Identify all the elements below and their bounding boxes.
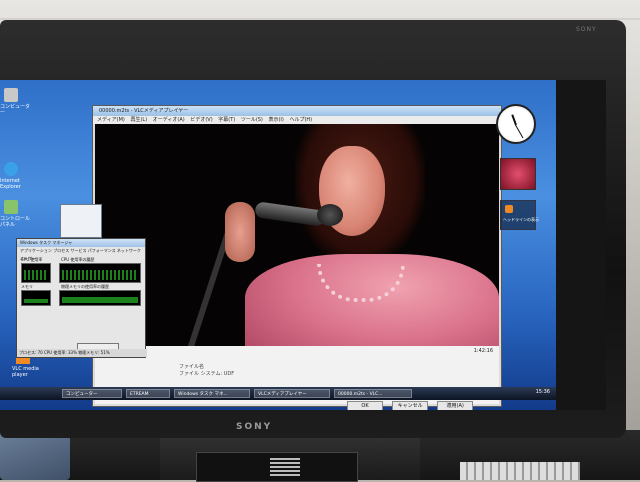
cpu-usage-graph <box>21 263 51 283</box>
playback-time: 1:42:16 <box>473 348 493 354</box>
menu-view[interactable]: 表示(I) <box>268 117 283 123</box>
tv-brand-top: SONY <box>576 26 597 33</box>
ok-button[interactable]: OK <box>347 401 383 410</box>
taskbar: コンピューター ETREAM Windows タスク マネ... VLCメディア… <box>0 387 556 400</box>
clock-gadget[interactable] <box>496 104 536 144</box>
tray-clock[interactable]: 15:36 <box>536 389 550 395</box>
menu-audio[interactable]: オーディオ(A) <box>153 117 185 123</box>
computer-icon[interactable] <box>4 88 18 102</box>
task-manager-title[interactable]: Windows タスク マネージャ <box>17 239 145 247</box>
cancel-button[interactable]: キャンセル <box>392 401 429 410</box>
menu-media[interactable]: メディア(M) <box>97 117 125 123</box>
apply-button[interactable]: 適用(A) <box>437 401 474 410</box>
clock-hour-hand <box>511 114 517 126</box>
desktop-label-control-panel: コントロール パネル <box>0 216 31 228</box>
clock-minute-hand <box>515 124 524 139</box>
desktop-label-ie: Internet Explorer <box>0 178 21 190</box>
television: SONY SONY コンピューター Internet Explorer コントロ… <box>0 20 626 438</box>
file-info-fs: ファイル システム: UDF <box>179 371 235 377</box>
video-frame[interactable] <box>95 124 499 346</box>
desktop-label-computer: コンピューター <box>0 104 31 116</box>
rss-icon <box>505 205 513 213</box>
cpu-history-graph <box>59 263 141 283</box>
menu-subtitle[interactable]: 字幕(T) <box>218 117 235 123</box>
microphone-head <box>317 204 343 226</box>
background-window[interactable] <box>60 204 102 238</box>
vlc-title-bar[interactable]: 00000.m2ts - VLCメディアプレイヤー <box>93 106 501 116</box>
headlines-label: ヘッドラインの表示 <box>503 217 539 222</box>
vlc-window[interactable]: 00000.m2ts - VLCメディアプレイヤー メディア(M) 再生(L) … <box>92 105 502 410</box>
singer-hand <box>225 202 255 262</box>
menu-tools[interactable]: ツール(S) <box>241 117 263 123</box>
taskbar-item-computer[interactable]: コンピューター <box>62 389 122 398</box>
taskbar-item-vlc[interactable]: VLCメディアプレイヤー <box>254 389 330 398</box>
booklet-text <box>270 458 300 476</box>
file-info: ファイル名 ファイル システム: UDF <box>179 364 234 378</box>
taskbar-item-vlc-playing[interactable]: 00000.m2ts - VLC... <box>334 389 412 398</box>
task-manager-status: プロセス: 70 CPU 使用率: 33% 物理メモリ: 51% <box>17 349 147 357</box>
remote-control <box>460 462 580 480</box>
menu-playback[interactable]: 再生(L) <box>130 117 147 123</box>
tv-brand-logo: SONY <box>236 422 273 432</box>
taskbar-item-etream[interactable]: ETREAM <box>126 389 170 398</box>
menu-video[interactable]: ビデオ(V) <box>190 117 212 123</box>
task-manager-window[interactable]: Windows タスク マネージャ アプリケーション プロセス サービス パフォ… <box>16 238 147 358</box>
memory-usage-graph <box>21 290 51 306</box>
slideshow-gadget[interactable] <box>500 158 536 190</box>
task-manager-tabs[interactable]: アプリケーション プロセス サービス パフォーマンス ネットワーク ユーザー <box>17 247 145 261</box>
file-info-name: ファイル名 <box>179 364 205 370</box>
taskbar-item-taskmgr[interactable]: Windows タスク マネ... <box>174 389 250 398</box>
memory-history-graph <box>59 290 141 306</box>
control-panel-icon[interactable] <box>4 200 18 214</box>
tv-screen: コンピューター Internet Explorer コントロール パネル VLC… <box>0 80 556 410</box>
menu-help[interactable]: ヘルプ(H) <box>289 117 312 123</box>
headlines-gadget[interactable]: ヘッドラインの表示 <box>500 200 539 230</box>
tv-bezel-right <box>556 80 606 410</box>
ie-icon[interactable] <box>4 162 18 176</box>
vlc-menu-bar: メディア(M) 再生(L) オーディオ(A) ビデオ(V) 字幕(T) ツール(… <box>93 116 501 124</box>
desktop-label-vlc: VLC media player <box>12 366 39 378</box>
